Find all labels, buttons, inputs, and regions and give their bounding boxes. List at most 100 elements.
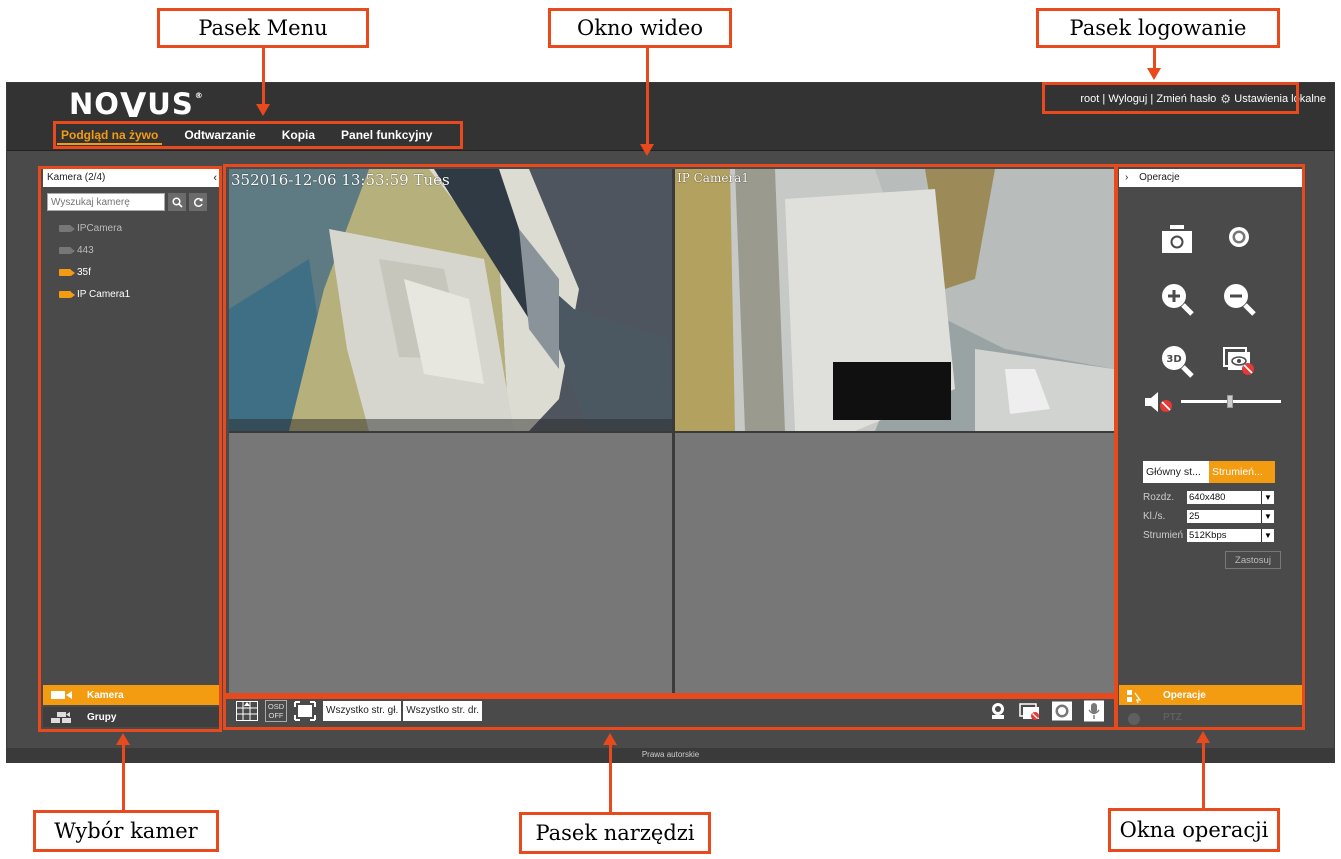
arrow-video-window [646,48,649,144]
zoom-out-icon[interactable] [1221,281,1257,317]
callout-camera-selection: Wybór kamer [33,810,219,852]
all-sub-stream-button[interactable]: Wszystko str. dr. [403,701,483,721]
toolbar-right-group [986,700,1106,722]
camera-search-input[interactable] [47,193,165,211]
osd-off-icon[interactable]: OSD OFF [265,700,287,722]
logo-text-no: NO [69,87,120,121]
bitrate-select[interactable]: 512Kbps ▼ [1187,528,1274,542]
operations-panel: › Operacje 3D Główny st... Strumień... R… [1119,169,1302,727]
camera-search-row [43,187,221,217]
video-tile-3[interactable] [229,433,672,695]
tab-groups[interactable]: Grupy [43,707,221,727]
username: root [1080,93,1100,105]
search-icon[interactable] [168,193,186,211]
refresh-icon[interactable] [189,193,207,211]
operations-panel-header: › Operacje [1119,169,1302,187]
3d-zoom-icon[interactable]: 3D [1159,343,1195,379]
camera-feed-ip-camera1 [675,169,1114,431]
menu-live-view[interactable]: Podgląd na żywo [57,125,163,145]
callout-operations-window: Okna operacji [1108,808,1280,852]
video-tile-1[interactable]: 352016-12-06 13:53:59 Tues [229,169,672,431]
fps-select[interactable]: 25 ▼ [1187,509,1274,523]
novus-logo: NO V US ® [69,87,204,123]
resolution-value: 640x480 [1189,491,1226,503]
change-password-link[interactable]: Zmień hasło [1156,93,1216,105]
all-main-stream-button[interactable]: Wszystko str. gł. [323,701,402,721]
callout-operations-window-text: Okna operacji [1119,818,1269,842]
apply-button[interactable]: Zastosuj [1225,551,1281,569]
fps-label: Kl./s. [1143,510,1166,522]
volume-slider-thumb[interactable] [1227,395,1233,408]
tab-operations[interactable]: Operacje [1119,685,1302,705]
arrow-operations-window [1202,743,1205,808]
stream-tabs: Główny st... Strumień... [1143,461,1275,483]
arrow-menu-bar-head [256,104,270,116]
sub-stream-tab[interactable]: Strumień... [1209,461,1275,483]
arrow-video-window-head [640,144,654,156]
volume-control [1143,391,1293,413]
record-all-icon[interactable] [1050,700,1074,722]
login-bar: root | Wyloguj | Zmień hasło ⚙ Ustawieni… [1080,93,1326,105]
callout-menu-bar: Pasek Menu [157,8,369,48]
menu-playback[interactable]: Odtwarzanie [180,125,259,145]
operations-panel-title: Operacje [1139,172,1180,183]
chevron-down-icon: ▼ [1261,490,1274,504]
face-detection-icon[interactable] [986,700,1010,722]
app-header: NO V US ® Podgląd na żywo Odtwarzanie Kopia… [7,83,1334,151]
login-separator: | [1099,93,1109,105]
camera-name: IP Camera1 [77,288,131,300]
camera-panel-title: Kamera (2/4) [47,172,106,183]
osd-label: OSD [267,702,285,711]
osd-state-label: OFF [268,711,284,720]
privacy-mask-icon[interactable] [1221,343,1257,379]
camera-item-443[interactable]: 443 [59,239,221,261]
arrow-login-bar [1153,48,1156,68]
snapshot-icon[interactable] [1159,221,1195,257]
camera-item-ip-camera1[interactable]: IP Camera1 [59,283,221,305]
video-window: 352016-12-06 13:53:59 Tues IP Camera1 [229,169,1114,695]
privacy-mask-off-icon[interactable] [1018,700,1042,722]
camera-group-icon [51,712,73,723]
expand-right-icon[interactable]: › [1125,172,1128,183]
zoom-in-icon[interactable] [1159,281,1195,317]
mute-icon[interactable] [1143,391,1177,413]
ptz-icon [1127,712,1149,725]
tab-ptz-label: PTZ [1163,711,1182,723]
arrow-camera-selection-head [116,733,130,745]
osd-camera-name: IP Camera1 [677,171,749,185]
resolution-label: Rozdz. [1143,491,1175,503]
camera-panel-header: Kamera (2/4) ‹ [43,169,221,187]
camera-item-35f[interactable]: 35f [59,261,221,283]
camera-name: 35f [77,266,91,278]
local-settings-link[interactable]: Ustawienia lokalne [1234,93,1326,105]
footer-copyright: Prawa autorskie [7,748,1334,762]
microphone-icon[interactable] [1082,700,1106,722]
menu-backup[interactable]: Kopia [278,125,319,145]
fullscreen-icon[interactable] [293,700,317,722]
logo-reg-mark: ® [194,91,204,100]
main-stream-tab[interactable]: Główny st... [1143,461,1209,483]
menu-function-panel[interactable]: Panel funkcyjny [337,125,436,145]
bitrate-value: 512Kbps [1189,529,1227,541]
tab-camera[interactable]: Kamera [43,685,221,705]
tab-ptz[interactable]: PTZ [1119,707,1302,727]
video-tile-4[interactable] [675,433,1114,695]
grid-layout-icon[interactable] [235,700,259,722]
camera-online-icon [59,290,75,298]
logout-link[interactable]: Wyloguj [1108,93,1147,105]
callout-login-bar: Pasek logowanie [1036,8,1280,48]
arrow-operations-window-head [1196,731,1210,743]
record-icon[interactable] [1221,219,1257,255]
camera-panel: Kamera (2/4) ‹ IPCamera 443 35f IP Camer… [43,169,221,727]
resolution-select[interactable]: 640x480 ▼ [1187,490,1274,504]
collapse-left-icon[interactable]: ‹ [213,169,217,187]
chevron-down-icon: ▼ [1261,528,1274,542]
callout-menu-bar-text: Pasek Menu [198,16,328,40]
video-tile-2[interactable]: IP Camera1 [675,169,1114,431]
camera-item-ipcamera[interactable]: IPCamera [59,217,221,239]
fps-row: Kl./s. 25 ▼ [1143,509,1293,523]
osd-timestamp: 352016-12-06 13:53:59 Tues [231,171,450,189]
svg-text:3D: 3D [1166,354,1181,365]
gear-icon: ⚙ [1220,92,1232,106]
nvr-web-client: NO V US ® Podgląd na żywo Odtwarzanie Kopia… [6,82,1335,763]
